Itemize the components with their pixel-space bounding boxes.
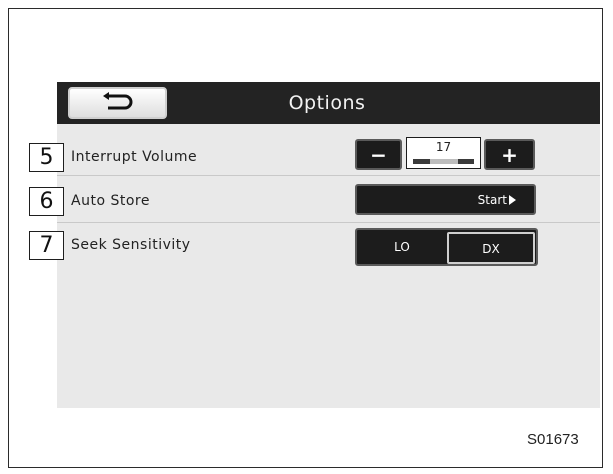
callout-number-6: 6 (29, 187, 64, 216)
seek-sensitivity-label: Seek Sensitivity (71, 237, 191, 253)
volume-level-fill (430, 159, 458, 164)
auto-store-label: Auto Store (71, 193, 150, 209)
play-arrow-icon (508, 194, 518, 209)
page-title: Options (288, 92, 366, 114)
volume-decrease-button[interactable]: − (355, 139, 402, 170)
callout-number-5: 5 (29, 143, 64, 172)
volume-value: 17 (435, 140, 452, 154)
volume-display: 17 (406, 137, 481, 169)
volume-level-bar (413, 159, 474, 164)
volume-increase-button[interactable]: + (484, 139, 535, 170)
interrupt-volume-label: Interrupt Volume (71, 149, 198, 165)
title-bar: Options (57, 82, 600, 124)
back-arrow-icon (101, 91, 135, 115)
figure-code: S01673 (527, 431, 579, 448)
row-divider (57, 175, 600, 176)
auto-store-start-label: Start (477, 192, 507, 207)
auto-store-start-button[interactable]: Start (355, 184, 536, 215)
seek-sensitivity-toggle: LO DX (355, 228, 538, 266)
seek-option-lo[interactable]: LO (361, 230, 443, 264)
row-divider (57, 222, 600, 223)
back-button[interactable] (68, 87, 167, 119)
seek-option-dx[interactable]: DX (447, 232, 535, 264)
callout-number-7: 7 (29, 231, 64, 260)
